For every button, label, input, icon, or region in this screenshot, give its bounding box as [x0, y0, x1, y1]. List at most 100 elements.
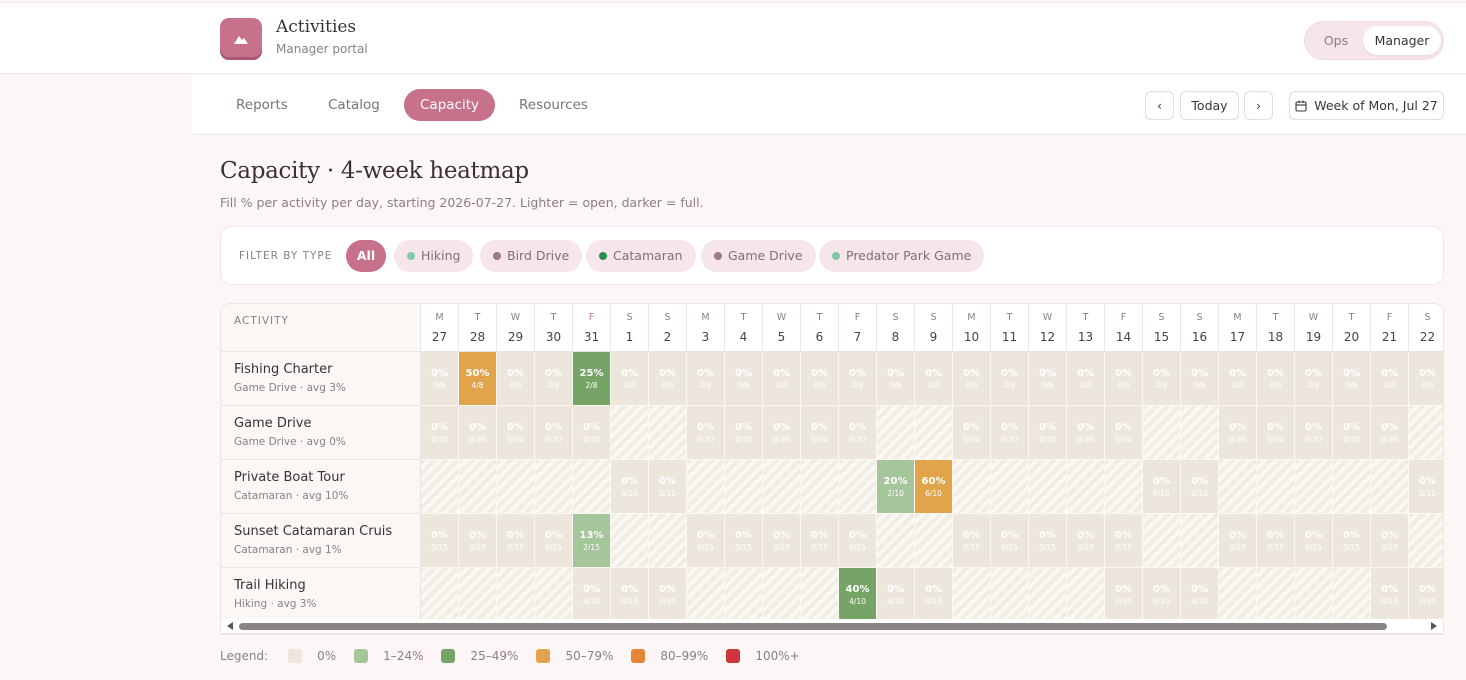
heatmap-cell[interactable]: 0% 0/10 [915, 568, 953, 622]
heatmap-cell[interactable]: 0% 0/15 [687, 514, 725, 568]
heatmap-cell[interactable]: 0% 0/30 [687, 406, 725, 460]
heatmap-cell[interactable]: 20% 2/10 [877, 460, 915, 514]
heatmap-cell[interactable]: 0% 0/30 [573, 406, 611, 460]
filter-chip-catamaran[interactable]: Catamaran [586, 240, 696, 272]
heatmap-cell[interactable]: 0% 0/15 [1219, 514, 1257, 568]
heatmap-cell[interactable]: 0% 0/8 [725, 352, 763, 406]
activity-row-label[interactable]: Sunset Catamaran Cruis Catamaran · avg 1% [221, 514, 421, 568]
activity-row-label[interactable]: Game Drive Game Drive · avg 0% [221, 406, 421, 460]
heatmap-cell[interactable]: 0% 0/30 [459, 406, 497, 460]
heatmap-cell[interactable]: 0% 0/8 [421, 352, 459, 406]
heatmap-cell[interactable]: 0% 0/15 [535, 514, 573, 568]
heatmap-cell[interactable]: 0% 0/15 [1257, 514, 1295, 568]
heatmap-cell[interactable]: 0% 0/10 [1371, 568, 1409, 622]
tab-reports[interactable]: Reports [220, 89, 304, 121]
heatmap-cell[interactable]: 0% 0/30 [497, 406, 535, 460]
heatmap-cell[interactable]: 0% 0/10 [649, 568, 687, 622]
heatmap-cell[interactable]: 0% 0/8 [1219, 352, 1257, 406]
heatmap-cell[interactable]: 0% 0/8 [1181, 352, 1219, 406]
next-week-button[interactable]: › [1244, 91, 1273, 120]
heatmap-cell[interactable]: 40% 4/10 [839, 568, 877, 622]
heatmap-cell[interactable]: 0% 0/8 [1257, 352, 1295, 406]
heatmap-cell[interactable]: 0% 0/8 [497, 352, 535, 406]
heatmap-cell[interactable]: 0% 0/30 [839, 406, 877, 460]
tab-catalog[interactable]: Catalog [312, 89, 396, 121]
heatmap-cell[interactable]: 0% 0/8 [915, 352, 953, 406]
heatmap-cell[interactable]: 0% 0/30 [1029, 406, 1067, 460]
heatmap-cell[interactable]: 0% 0/15 [953, 514, 991, 568]
heatmap-cell[interactable]: 0% 0/30 [1295, 406, 1333, 460]
heatmap-cell[interactable]: 0% 0/10 [611, 568, 649, 622]
today-button[interactable]: Today [1180, 91, 1239, 120]
heatmap-cell[interactable]: 0% 0/15 [801, 514, 839, 568]
heatmap-cell[interactable]: 0% 0/10 [1409, 568, 1443, 622]
heatmap-cell[interactable]: 0% 0/8 [1409, 352, 1443, 406]
heatmap-cell[interactable]: 0% 0/10 [611, 460, 649, 514]
heatmap-cell[interactable]: 0% 0/8 [1105, 352, 1143, 406]
heatmap-cell[interactable]: 0% 0/10 [573, 568, 611, 622]
heatmap-cell[interactable]: 0% 0/15 [725, 514, 763, 568]
heatmap-cell[interactable]: 25% 2/8 [573, 352, 611, 406]
heatmap-cell[interactable]: 0% 0/30 [991, 406, 1029, 460]
heatmap-cell[interactable]: 0% 0/30 [953, 406, 991, 460]
heatmap-cell[interactable]: 0% 0/8 [877, 352, 915, 406]
scrollbar-thumb[interactable] [239, 623, 1387, 630]
prev-week-button[interactable]: ‹ [1145, 91, 1174, 120]
heatmap-cell[interactable]: 0% 0/30 [421, 406, 459, 460]
heatmap-cell[interactable]: 0% 0/30 [1067, 406, 1105, 460]
heatmap-cell[interactable]: 0% 0/15 [839, 514, 877, 568]
activity-row-label[interactable]: Private Boat Tour Catamaran · avg 10% [221, 460, 421, 514]
filter-chip-all[interactable]: All [346, 240, 386, 272]
heatmap-cell[interactable]: 0% 0/15 [421, 514, 459, 568]
heatmap-cell[interactable]: 0% 0/8 [1143, 352, 1181, 406]
heatmap-cell[interactable]: 0% 0/30 [801, 406, 839, 460]
heatmap-cell[interactable]: 0% 0/30 [1371, 406, 1409, 460]
heatmap-cell[interactable]: 0% 0/30 [535, 406, 573, 460]
heatmap-cell[interactable]: 0% 0/10 [1143, 568, 1181, 622]
heatmap-cell[interactable]: 0% 0/8 [1029, 352, 1067, 406]
role-manager-option[interactable]: Manager [1363, 26, 1441, 55]
tab-resources[interactable]: Resources [503, 89, 604, 121]
heatmap-cell[interactable]: 0% 0/15 [1029, 514, 1067, 568]
heatmap-cell[interactable]: 0% 0/10 [1105, 568, 1143, 622]
heatmap-cell[interactable]: 0% 0/15 [1105, 514, 1143, 568]
heatmap-cell[interactable]: 60% 6/10 [915, 460, 953, 514]
heatmap-cell[interactable]: 0% 0/30 [725, 406, 763, 460]
filter-chip-game-drive[interactable]: Game Drive [701, 240, 816, 272]
heatmap-cell[interactable]: 0% 0/8 [611, 352, 649, 406]
activity-row-label[interactable]: Fishing Charter Game Drive · avg 3% [221, 352, 421, 406]
heatmap-cell[interactable]: 0% 0/30 [763, 406, 801, 460]
heatmap-cell[interactable]: 0% 0/8 [991, 352, 1029, 406]
heatmap-cell[interactable]: 0% 0/15 [1371, 514, 1409, 568]
heatmap-cell[interactable]: 0% 0/30 [1257, 406, 1295, 460]
activity-row-label[interactable]: Trail Hiking Hiking · avg 3% [221, 568, 421, 622]
heatmap-cell[interactable]: 0% 0/15 [1333, 514, 1371, 568]
heatmap-cell[interactable]: 13% 2/15 [573, 514, 611, 568]
heatmap-cell[interactable]: 0% 0/10 [877, 568, 915, 622]
filter-chip-bird-drive[interactable]: Bird Drive [480, 240, 583, 272]
horizontal-scrollbar[interactable] [220, 619, 1444, 634]
heatmap-cell[interactable]: 0% 0/30 [1333, 406, 1371, 460]
tab-capacity[interactable]: Capacity [404, 89, 495, 121]
heatmap-cell[interactable]: 0% 0/15 [1067, 514, 1105, 568]
heatmap-cell[interactable]: 0% 0/30 [1219, 406, 1257, 460]
heatmap-cell[interactable]: 0% 0/10 [1181, 568, 1219, 622]
scroll-right-arrow-icon[interactable] [1431, 622, 1437, 630]
heatmap-cell[interactable]: 0% 0/8 [839, 352, 877, 406]
heatmap-cell[interactable]: 0% 0/10 [1181, 460, 1219, 514]
heatmap-cell[interactable]: 0% 0/8 [801, 352, 839, 406]
role-ops-option[interactable]: Ops [1313, 26, 1359, 55]
heatmap-cell[interactable]: 0% 0/15 [497, 514, 535, 568]
heatmap-cell[interactable]: 0% 0/8 [953, 352, 991, 406]
heatmap-cell[interactable]: 0% 0/15 [763, 514, 801, 568]
filter-chip-predator-park-game[interactable]: Predator Park Game [819, 240, 985, 272]
heatmap-cell[interactable]: 0% 0/15 [991, 514, 1029, 568]
heatmap-cell[interactable]: 0% 0/8 [1295, 352, 1333, 406]
scroll-left-arrow-icon[interactable] [227, 622, 233, 630]
heatmap-cell[interactable]: 0% 0/30 [1105, 406, 1143, 460]
heatmap-cell[interactable]: 0% 0/8 [1067, 352, 1105, 406]
app-logo[interactable] [220, 18, 262, 60]
week-picker-button[interactable]: Week of Mon, Jul 27 [1289, 91, 1444, 120]
heatmap-cell[interactable]: 0% 0/15 [1295, 514, 1333, 568]
heatmap-cell[interactable]: 0% 0/10 [649, 460, 687, 514]
